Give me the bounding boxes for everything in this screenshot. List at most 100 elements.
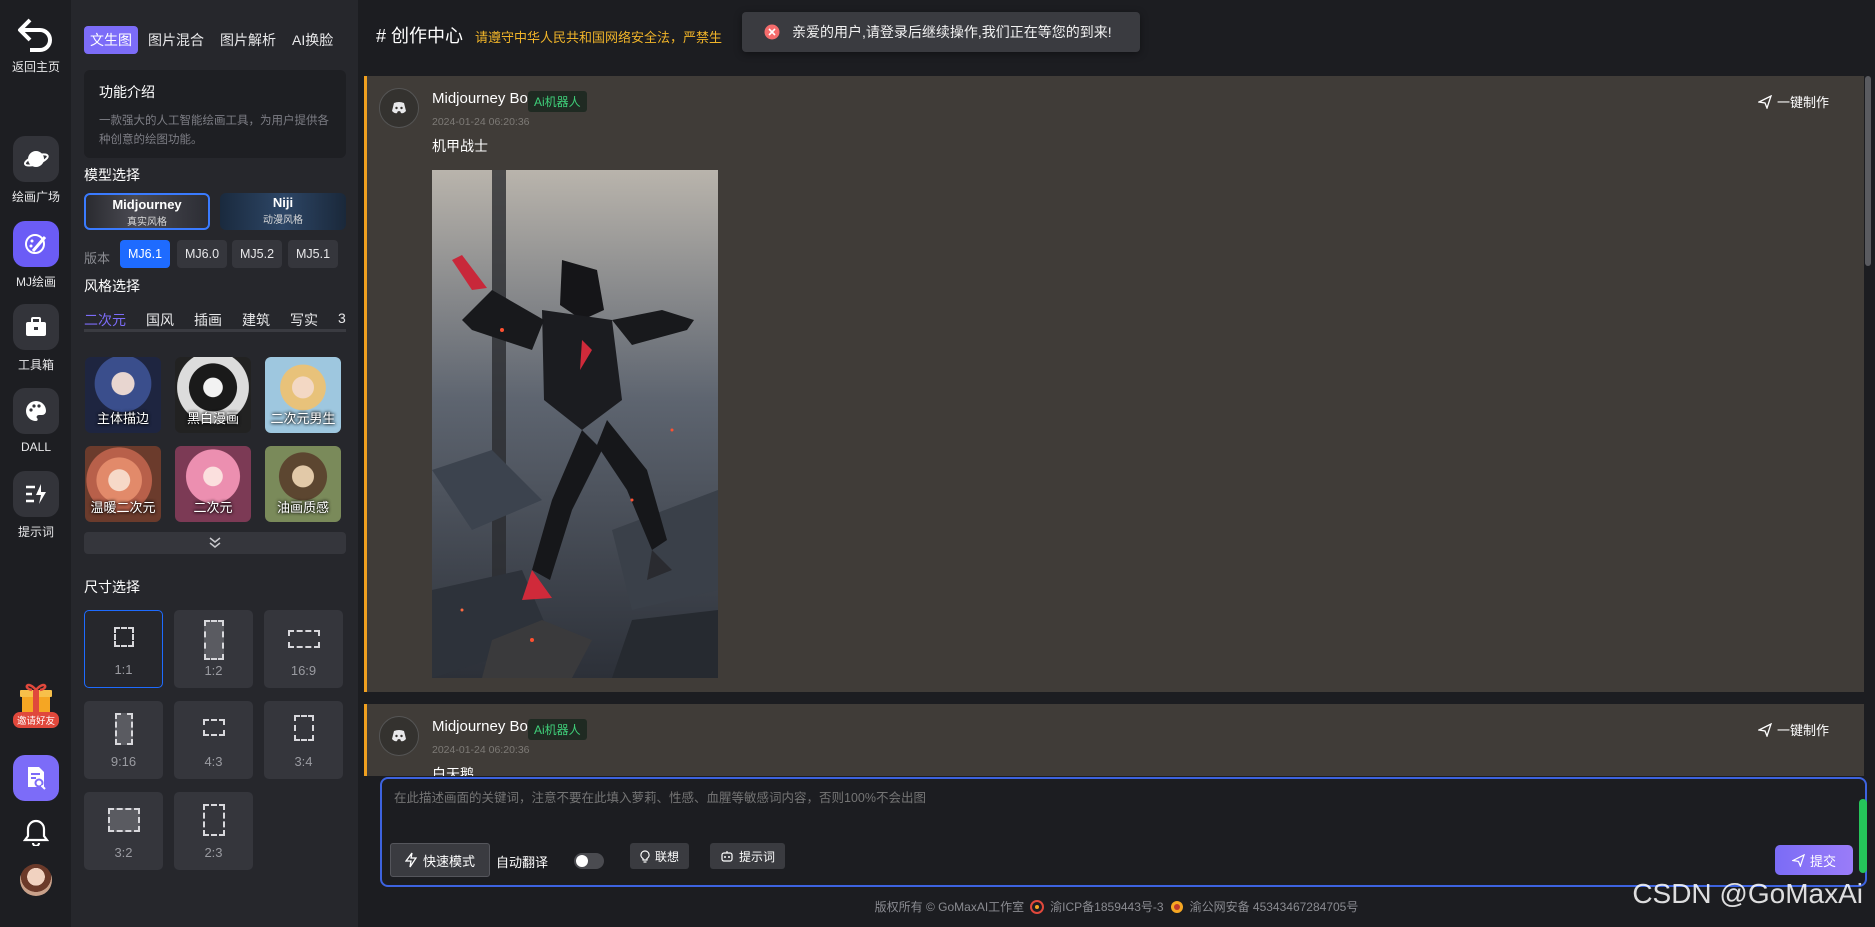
style-thumb[interactable]: 二次元男生 — [265, 357, 341, 433]
size-option-3-4[interactable]: 3:4 — [264, 701, 343, 779]
rail-item-home[interactable]: 返回主页 — [0, 16, 72, 75]
one-click-create-label: 一键制作 — [1776, 95, 1829, 110]
bell-icon — [23, 819, 49, 846]
associate-button[interactable]: 联想 — [630, 843, 690, 869]
rail-item-prompts[interactable]: 提示词 — [0, 471, 72, 540]
style-thumb-label: 主体描边 — [96, 411, 149, 426]
size-label: 1:2 — [204, 663, 223, 678]
submit-button[interactable]: 提交 — [1775, 845, 1853, 875]
tab-face-swap[interactable]: AI换脸 — [286, 26, 339, 54]
paint-brush-icon — [13, 221, 59, 267]
style-thumb[interactable]: 温暖二次元 — [85, 446, 161, 522]
model-niji[interactable]: Niji 动漫风格 — [220, 193, 346, 230]
tab-text-to-image[interactable]: 文生图 — [84, 26, 138, 54]
style-tab-realistic[interactable]: 写实 — [290, 310, 318, 329]
feed-scrollbar[interactable] — [1865, 76, 1871, 266]
size-section-title: 尺寸选择 — [84, 579, 140, 595]
style-tab-illustration[interactable]: 插画 — [194, 310, 222, 329]
style-section-title: 风格选择 — [84, 278, 140, 294]
icp-icon — [1030, 899, 1045, 914]
size-option-1-2[interactable]: 1:2 — [174, 610, 253, 688]
prompt-composer: 快速模式 自动翻译 联想 提示词 提交 — [380, 777, 1867, 887]
discord-icon — [392, 730, 406, 742]
size-label: 16:9 — [290, 663, 317, 678]
message-prompt: 机甲战士 — [432, 138, 488, 154]
aspect-landscape-icon — [202, 719, 225, 736]
rail-item-gallery[interactable]: 绘画广场 — [0, 136, 72, 205]
style-tab-architecture[interactable]: 建筑 — [242, 310, 270, 329]
document-search-icon — [13, 755, 59, 801]
message-timestamp: 2024-01-24 06:20:36 — [432, 116, 530, 128]
one-click-create-button[interactable]: 一键制作 — [1757, 720, 1829, 739]
fast-mode-label: 快速模式 — [423, 853, 476, 869]
style-thumb-label: 二次元男生 — [270, 411, 336, 426]
style-thumb[interactable]: 主体描边 — [85, 357, 161, 433]
auto-translate-toggle[interactable] — [574, 853, 604, 869]
bot-name: Midjourney Bot — [432, 718, 533, 735]
fast-mode-button[interactable]: 快速模式 — [390, 843, 491, 877]
rail-item-toolbox[interactable]: 工具箱 — [0, 304, 72, 373]
style-thumb[interactable]: 二次元 — [175, 446, 251, 522]
one-click-create-button[interactable]: 一键制作 — [1757, 92, 1829, 111]
version-mj60[interactable]: MJ6.0 — [177, 240, 228, 268]
notifications-button[interactable] — [0, 818, 72, 846]
settings-panel: 文生图 图片混合 图片解析 AI换脸 功能介绍 一款强大的人工智能绘画工具，为用… — [72, 0, 358, 927]
model-name: Midjourney — [112, 197, 182, 212]
model-midjourney[interactable]: Midjourney 真实风格 — [84, 193, 210, 230]
model-sub: 动漫风格 — [263, 215, 303, 226]
size-option-9-16[interactable]: 9:16 — [84, 701, 163, 779]
prompt-input[interactable] — [394, 791, 1794, 805]
style-tab-chinese[interactable]: 国风 — [146, 310, 174, 329]
planet-icon — [13, 136, 59, 182]
rail-label-home: 返回主页 — [11, 60, 60, 74]
aspect-landscape-icon — [107, 808, 140, 832]
send-plane-icon — [1791, 853, 1805, 867]
police-badge-icon — [1170, 900, 1183, 913]
palette-icon — [13, 388, 59, 434]
footer-police[interactable]: 渝公网安备 45343467284705号 — [1190, 898, 1359, 915]
size-option-4-3[interactable]: 4:3 — [174, 701, 253, 779]
aspect-landscape-icon — [287, 630, 320, 648]
user-avatar[interactable] — [0, 864, 72, 896]
prompt-words-button[interactable]: 提示词 — [710, 843, 786, 869]
invite-friends-button[interactable]: 邀请好友 — [0, 680, 72, 728]
send-plane-icon — [1757, 94, 1772, 109]
doc-search-button[interactable] — [0, 755, 72, 801]
aspect-portrait-icon — [203, 620, 224, 660]
size-option-3-2[interactable]: 3:2 — [84, 792, 163, 870]
double-chevron-down-icon — [209, 537, 221, 548]
tab-image-describe[interactable]: 图片解析 — [214, 26, 282, 54]
size-option-2-3[interactable]: 2:3 — [174, 792, 253, 870]
style-thumb[interactable]: 黑白漫画 — [175, 357, 251, 433]
auto-translate-label: 自动翻译 — [496, 855, 549, 870]
model-section-title: 模型选择 — [84, 167, 140, 183]
composer-status-bar — [1859, 799, 1867, 873]
size-option-1-1[interactable]: 1:1 — [84, 610, 163, 688]
version-mj51[interactable]: MJ5.1 — [288, 240, 339, 268]
size-label: 2:3 — [204, 845, 223, 860]
version-mj52[interactable]: MJ5.2 — [232, 240, 283, 268]
rail-item-dall[interactable]: DALL — [0, 388, 72, 454]
expand-styles-button[interactable] — [84, 532, 346, 554]
bot-tag: Ai机器人 — [528, 91, 587, 112]
size-label: 3:4 — [294, 754, 313, 769]
footer-icp[interactable]: 渝ICP备1859443号-3 — [1050, 898, 1163, 915]
size-option-16-9[interactable]: 16:9 — [264, 610, 343, 688]
compliance-notice: 请遵守中华人民共和国网络安全法，严禁生 — [475, 30, 723, 45]
tab-image-blend[interactable]: 图片混合 — [142, 26, 210, 54]
style-thumb[interactable]: 油画质感 — [265, 446, 341, 522]
prompt-words-label: 提示词 — [739, 849, 776, 864]
version-mj61[interactable]: MJ6.1 — [120, 240, 171, 268]
rail-label-toolbox: 工具箱 — [17, 358, 54, 372]
intro-description: 一款强大的人工智能绘画工具，为用户提供各种创意的绘图功能。 — [99, 115, 329, 146]
style-tabs: 二次元 国风 插画 建筑 写实 3 — [84, 310, 346, 332]
model-sub: 真实风格 — [127, 217, 167, 228]
style-thumb-label: 油画质感 — [276, 500, 329, 515]
mode-tabs: 文生图 图片混合 图片解析 AI换脸 — [84, 26, 339, 54]
discord-bot-avatar — [379, 716, 419, 756]
style-tab-anime[interactable]: 二次元 — [84, 310, 126, 329]
generated-image-mecha[interactable] — [432, 170, 718, 678]
rail-item-mj[interactable]: MJ绘画 — [0, 221, 72, 290]
style-tab-3d[interactable]: 3 — [338, 310, 346, 329]
watermark: CSDN @GoMaxAi — [1632, 878, 1863, 909]
